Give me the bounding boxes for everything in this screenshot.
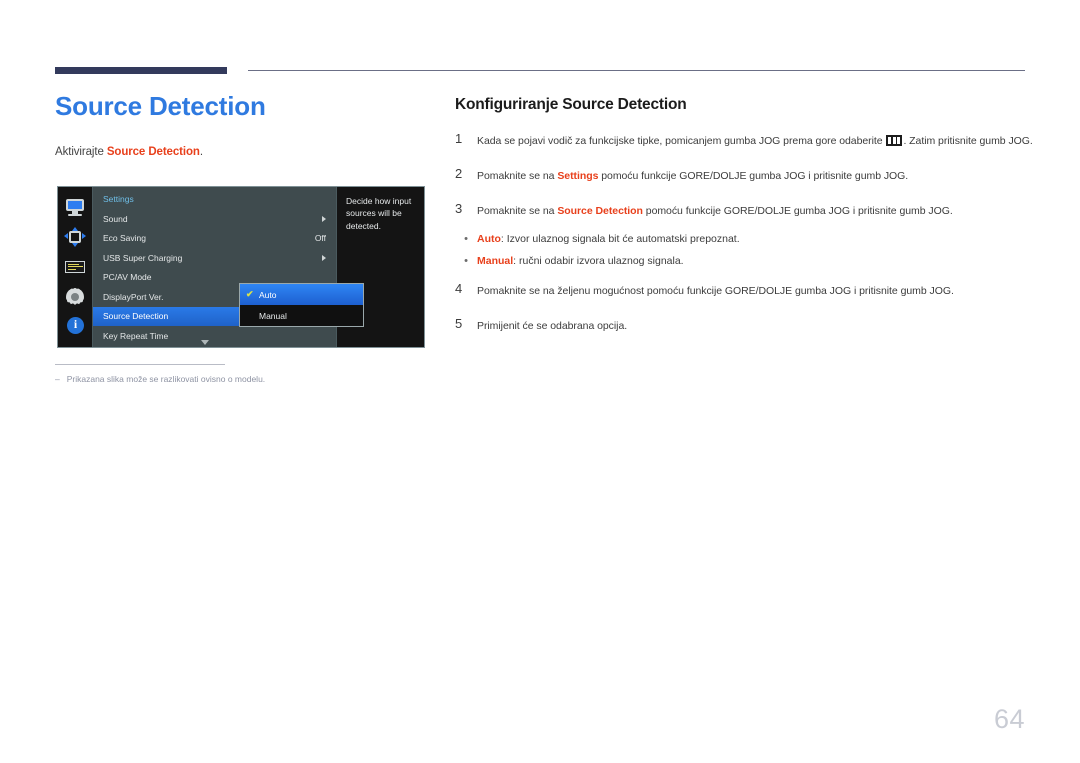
step-text-post: pomoću funkcije GORE/DOLJE gumba JOG i p… <box>642 205 953 218</box>
header-rules <box>0 0 1080 90</box>
step-text-pre: Pomaknite se na <box>477 170 558 183</box>
jog-menu-icon <box>886 135 903 146</box>
osd-row-label: Sound <box>103 213 128 224</box>
chevron-right-icon <box>322 254 326 261</box>
osd-submenu-label: Manual <box>259 310 287 321</box>
step-text-highlight: Source Detection <box>557 205 643 218</box>
osd-submenu-source-detection: ✔ Auto ✔ Manual <box>239 283 364 327</box>
step-number: 3 <box>455 201 463 217</box>
page-number: 64 <box>993 704 1025 734</box>
osd-menu-header: Settings <box>103 194 134 204</box>
footnote-text: Prikazana slika može se razlikovati ovis… <box>66 374 266 384</box>
bullet-manual: • Manual: ručni odabir izvora ulaznog si… <box>455 254 1035 268</box>
step-1: 1 Kada se pojavi vodič za funkcijske tip… <box>455 131 1035 148</box>
osd-row-usb-super-charging[interactable]: USB Super Charging <box>93 248 336 268</box>
step-number: 2 <box>455 166 463 182</box>
footnote: ‒ Prikazana slika može se razlikovati ov… <box>55 374 395 384</box>
step-text: Pomaknite se na Source Detection pomoću … <box>477 202 1035 218</box>
intro-suffix: . <box>199 145 203 158</box>
page-title: Source Detection <box>55 91 266 121</box>
osd-row-label: Key Repeat Time <box>103 330 169 341</box>
step-text-post: pomoću funkcije GORE/DOLJE gumba JOG i p… <box>598 170 909 183</box>
step-5: 5 Primijenit će se odabrana opcija. <box>455 316 1035 333</box>
step-text: Kada se pojavi vodič za funkcijske tipke… <box>477 132 1035 148</box>
osd-screenshot: i Settings Sound Eco Saving Off USB Supe… <box>57 186 425 348</box>
monitor-icon <box>64 198 86 218</box>
intro-line: Aktivirajte Source Detection. <box>55 146 440 158</box>
osd-row-key-repeat-time[interactable]: Key Repeat Time <box>93 326 336 346</box>
step-text: Pomaknite se na Settings pomoću funkcije… <box>477 167 1035 183</box>
bullet-dot: • <box>464 232 468 245</box>
bullet-highlight: Manual <box>477 254 514 267</box>
osd-submenu-item-auto[interactable]: ✔ Auto <box>240 284 363 305</box>
step-text: Primijenit će se odabrana opcija. <box>477 320 628 333</box>
osd-row-value: Off <box>314 233 326 244</box>
footnote-dash: ‒ <box>55 374 60 384</box>
left-column: Source Detection Aktivirajte Source Dete… <box>55 91 440 158</box>
step-text: Pomaknite se na željenu mogućnost pomoću… <box>477 285 954 298</box>
footnote-block: ‒ Prikazana slika može se razlikovati ov… <box>55 364 395 384</box>
bullet-body: : Izvor ulaznog signala bit će automatsk… <box>500 232 740 245</box>
gear-icon <box>64 287 86 307</box>
arrows-icon <box>64 227 86 248</box>
step-number: 5 <box>455 316 463 332</box>
step-2: 2 Pomaknite se na Settings pomoću funkci… <box>455 166 1035 183</box>
intro-prefix: Aktivirajte <box>55 145 107 158</box>
osd-menu: Settings Sound Eco Saving Off USB Super … <box>93 187 364 347</box>
bullet-text: Auto: Izvor ulaznog signala bit će autom… <box>477 232 1035 246</box>
check-icon-placeholder: ✔ <box>246 311 259 320</box>
intro-highlight: Source Detection <box>106 145 200 158</box>
bullet-dot: • <box>464 254 468 267</box>
step-text-highlight: Settings <box>557 170 599 183</box>
check-icon: ✔ <box>246 289 254 299</box>
step-4: 4 Pomaknite se na željenu mogućnost pomo… <box>455 281 1035 298</box>
header-rule-thick <box>55 67 227 74</box>
osd-submenu-label: Auto <box>259 289 277 300</box>
bullet-body: : ručni odabir izvora ulaznog signala. <box>513 254 684 267</box>
info-icon: i <box>64 316 86 336</box>
option-bullets: • Auto: Izvor ulaznog signala bit će aut… <box>455 232 1035 269</box>
osd-row-sound[interactable]: Sound <box>93 209 336 229</box>
section-title: Konfiguriranje Source Detection <box>455 96 687 113</box>
step-text-pre: Kada se pojavi vodič za funkcijske tipke… <box>477 135 886 147</box>
header-rule-thin <box>248 70 1025 71</box>
step-number: 1 <box>455 131 463 146</box>
osd-row-label: USB Super Charging <box>103 252 183 263</box>
step-text-post: . Zatim pritisnite gumb JOG. <box>903 135 1033 147</box>
bullet-highlight: Auto <box>477 232 501 245</box>
step-text-pre: Pomaknite se na <box>477 205 558 218</box>
osd-row-label: Eco Saving <box>103 233 146 244</box>
osd-submenu-item-manual[interactable]: ✔ Manual <box>240 305 363 326</box>
osd-sidebar: i <box>58 187 93 347</box>
bullet-text: Manual: ručni odabir izvora ulaznog sign… <box>477 254 1035 268</box>
scroll-down-icon[interactable] <box>201 340 209 345</box>
list-icon <box>64 257 86 277</box>
osd-row-eco-saving[interactable]: Eco Saving Off <box>93 229 336 249</box>
bullet-auto: • Auto: Izvor ulaznog signala bit će aut… <box>455 232 1035 246</box>
chevron-right-icon <box>322 215 326 222</box>
step-3: 3 Pomaknite se na Source Detection pomoć… <box>455 202 1035 218</box>
footnote-rule <box>55 364 225 365</box>
osd-row-label: PC/AV Mode <box>103 272 152 283</box>
step-number: 4 <box>455 281 463 297</box>
right-column: Konfiguriranje Source Detection 1 Kada s… <box>455 96 1035 352</box>
